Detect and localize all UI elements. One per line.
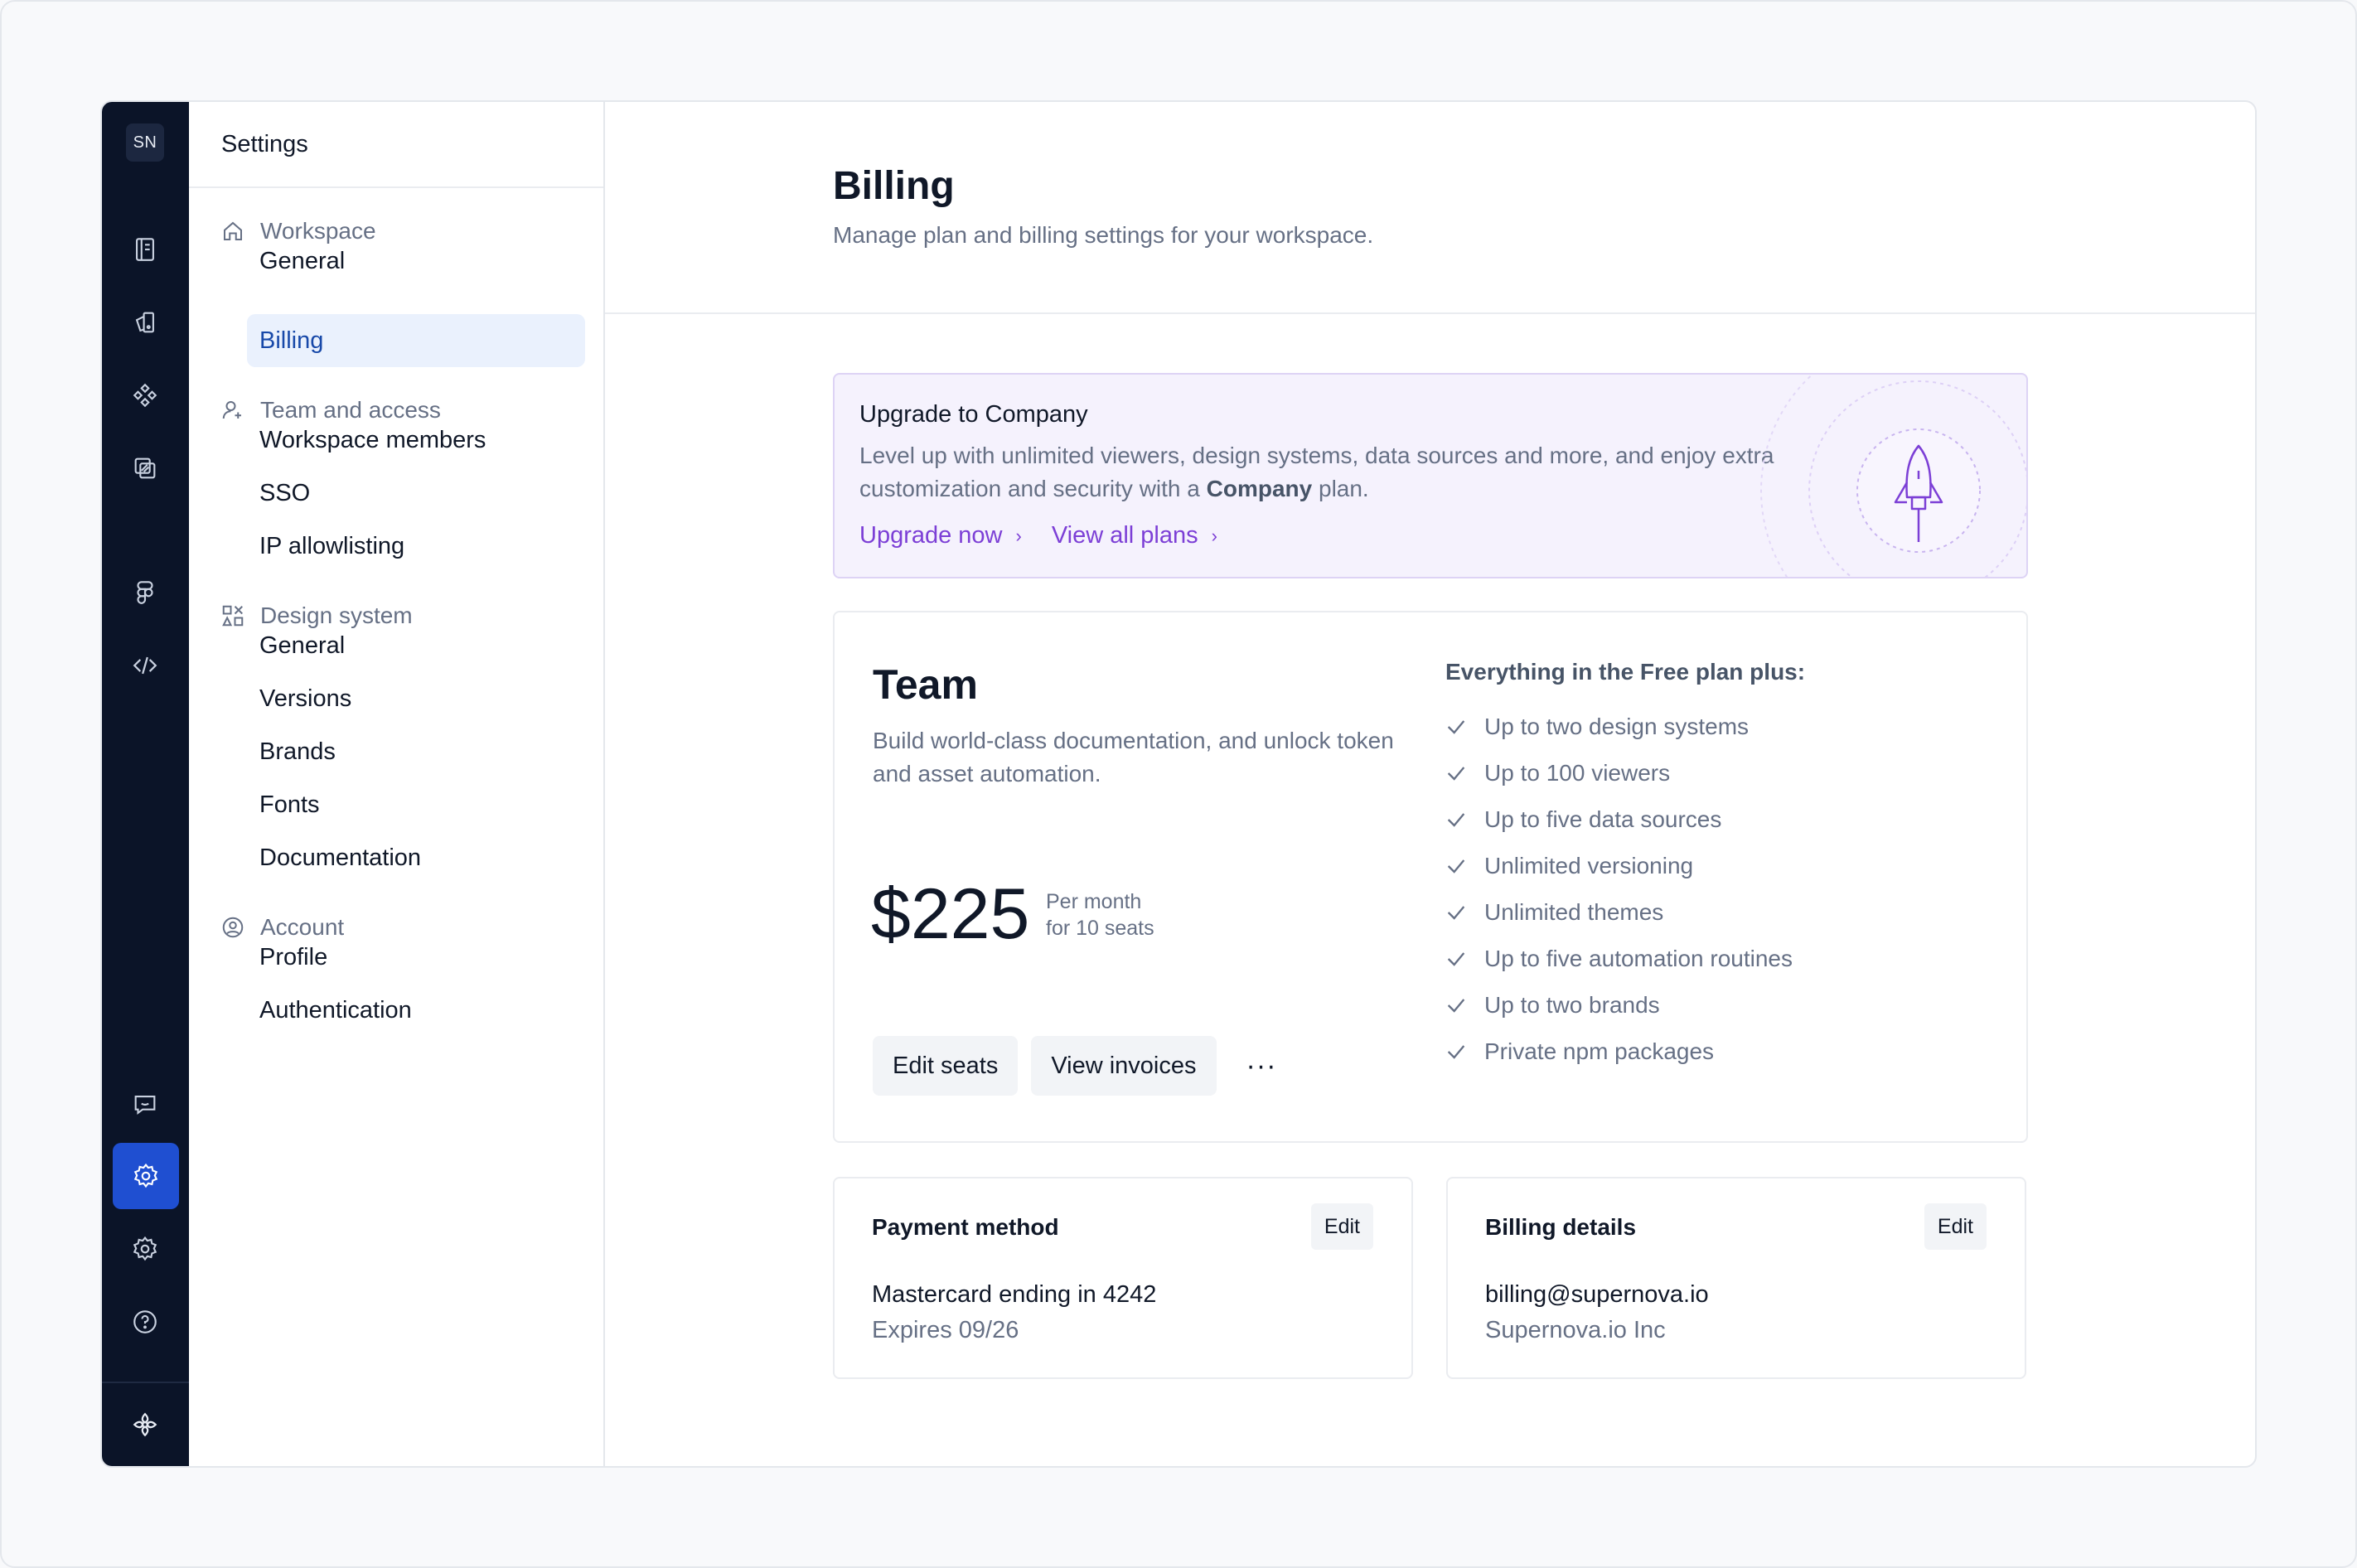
preferences-icon[interactable] — [119, 1222, 172, 1275]
feature-item: Unlimited themes — [1445, 889, 1793, 936]
feature-item: Up to 100 viewers — [1445, 750, 1793, 796]
rocket-icon — [1760, 375, 2026, 577]
feature-item: Up to two design systems — [1445, 704, 1793, 750]
nav-item-versions[interactable]: Versions — [259, 672, 351, 725]
page-subtitle: Manage plan and billing settings for you… — [833, 222, 1374, 248]
view-all-plans-link[interactable]: View all plans › — [1052, 522, 1217, 549]
edit-payment-button[interactable]: Edit — [1310, 1203, 1373, 1250]
features-title: Everything in the Free plan plus: — [1445, 659, 1806, 685]
upgrade-banner: Upgrade to Company Level up with unlimit… — [833, 373, 2028, 578]
home-icon — [224, 221, 242, 240]
payment-method-card: Payment method Edit Mastercard ending in… — [833, 1177, 1413, 1379]
app-window: SN Settings Workspace General Billing Te… — [100, 100, 2257, 1468]
nav-item-sso[interactable]: SSO — [259, 467, 310, 520]
shapes-icon — [222, 605, 244, 627]
upgrade-links: Upgrade now › View all plans › — [859, 522, 1217, 549]
user-plus-icon — [222, 401, 241, 419]
check-icon — [1447, 767, 1465, 781]
settings-title: Settings — [189, 102, 603, 188]
payment-method-title: Payment method — [872, 1214, 1059, 1240]
edit-billing-details-button[interactable]: Edit — [1924, 1203, 1987, 1250]
nav-item-brands[interactable]: Brands — [259, 725, 336, 778]
feature-list: Up to two design systems Up to 100 viewe… — [1445, 704, 1793, 1075]
current-plan-card: Team Build world-class documentation, an… — [833, 611, 2028, 1143]
feature-item: Up to five data sources — [1445, 796, 1793, 843]
billing-company: Supernova.io Inc — [1485, 1317, 1666, 1343]
plan-name: Team — [873, 661, 978, 708]
user-circle-icon — [222, 917, 244, 938]
upgrade-now-link[interactable]: Upgrade now › — [859, 522, 1022, 549]
nav-item-fonts[interactable]: Fonts — [259, 778, 320, 831]
nav-item-documentation[interactable]: Documentation — [259, 831, 421, 884]
card-expiry: Expires 09/26 — [872, 1317, 1019, 1343]
assets-icon[interactable] — [119, 296, 172, 349]
docs-icon[interactable] — [119, 223, 172, 276]
card-description: Mastercard ending in 4242 — [872, 1281, 1157, 1308]
feedback-icon[interactable] — [119, 1078, 172, 1131]
logo-icon[interactable] — [119, 1398, 172, 1451]
upgrade-plan-name: Company — [1206, 476, 1313, 501]
figma-icon[interactable] — [119, 566, 172, 619]
workspace-avatar[interactable]: SN — [126, 123, 164, 162]
check-icon — [1447, 999, 1465, 1013]
settings-icon[interactable] — [113, 1143, 179, 1209]
nav-item-profile[interactable]: Profile — [259, 931, 327, 984]
tokens-icon[interactable] — [119, 442, 172, 495]
check-icon — [1447, 952, 1465, 966]
plan-price-period: Per month for 10 seats — [1046, 890, 1154, 940]
billing-email: billing@supernova.io — [1485, 1281, 1709, 1308]
billing-details-card: Billing details Edit billing@supernova.i… — [1446, 1177, 2026, 1379]
feature-item: Unlimited versioning — [1445, 843, 1793, 889]
billing-details-title: Billing details — [1485, 1214, 1637, 1240]
settings-nav: Settings Workspace General Billing Team … — [189, 102, 605, 1466]
feature-item: Private npm packages — [1445, 1028, 1793, 1075]
plan-description: Build world-class documentation, and unl… — [873, 728, 1394, 786]
chevron-right-icon: › — [1211, 525, 1217, 546]
plan-actions: Edit seats View invoices ··· — [873, 1036, 1276, 1096]
plan-price: $225 — [871, 874, 1030, 954]
chevron-right-icon: › — [1015, 525, 1022, 546]
upgrade-description: Level up with unlimited viewers, design … — [859, 443, 1774, 501]
check-icon — [1447, 720, 1465, 734]
nav-item-billing[interactable]: Billing — [247, 314, 585, 367]
page-header: Billing Manage plan and billing settings… — [605, 102, 2255, 314]
nav-item-workspace-general[interactable]: General — [259, 235, 345, 288]
check-icon — [1447, 906, 1465, 920]
nav-item-workspace-members[interactable]: Workspace members — [259, 414, 486, 467]
view-invoices-button[interactable]: View invoices — [1031, 1036, 1217, 1096]
nav-item-ip-allowlisting[interactable]: IP allowlisting — [259, 520, 404, 573]
check-icon — [1447, 1045, 1465, 1059]
feature-item: Up to five automation routines — [1445, 936, 1793, 982]
help-icon[interactable] — [119, 1295, 172, 1348]
page-title: Billing — [833, 164, 955, 208]
feature-item: Up to two brands — [1445, 982, 1793, 1028]
nav-item-authentication[interactable]: Authentication — [259, 984, 412, 1037]
main-content: Billing Manage plan and billing settings… — [605, 102, 2255, 1466]
check-icon — [1447, 859, 1465, 874]
components-icon[interactable] — [119, 369, 172, 422]
rail-divider — [102, 1382, 189, 1383]
more-options-icon[interactable]: ··· — [1246, 1050, 1277, 1082]
check-icon — [1447, 813, 1465, 827]
nav-item-ds-general[interactable]: General — [259, 619, 345, 672]
code-icon[interactable] — [119, 639, 172, 692]
upgrade-title: Upgrade to Company — [859, 401, 1088, 428]
edit-seats-button[interactable]: Edit seats — [873, 1036, 1019, 1096]
icon-rail: SN — [102, 102, 189, 1466]
